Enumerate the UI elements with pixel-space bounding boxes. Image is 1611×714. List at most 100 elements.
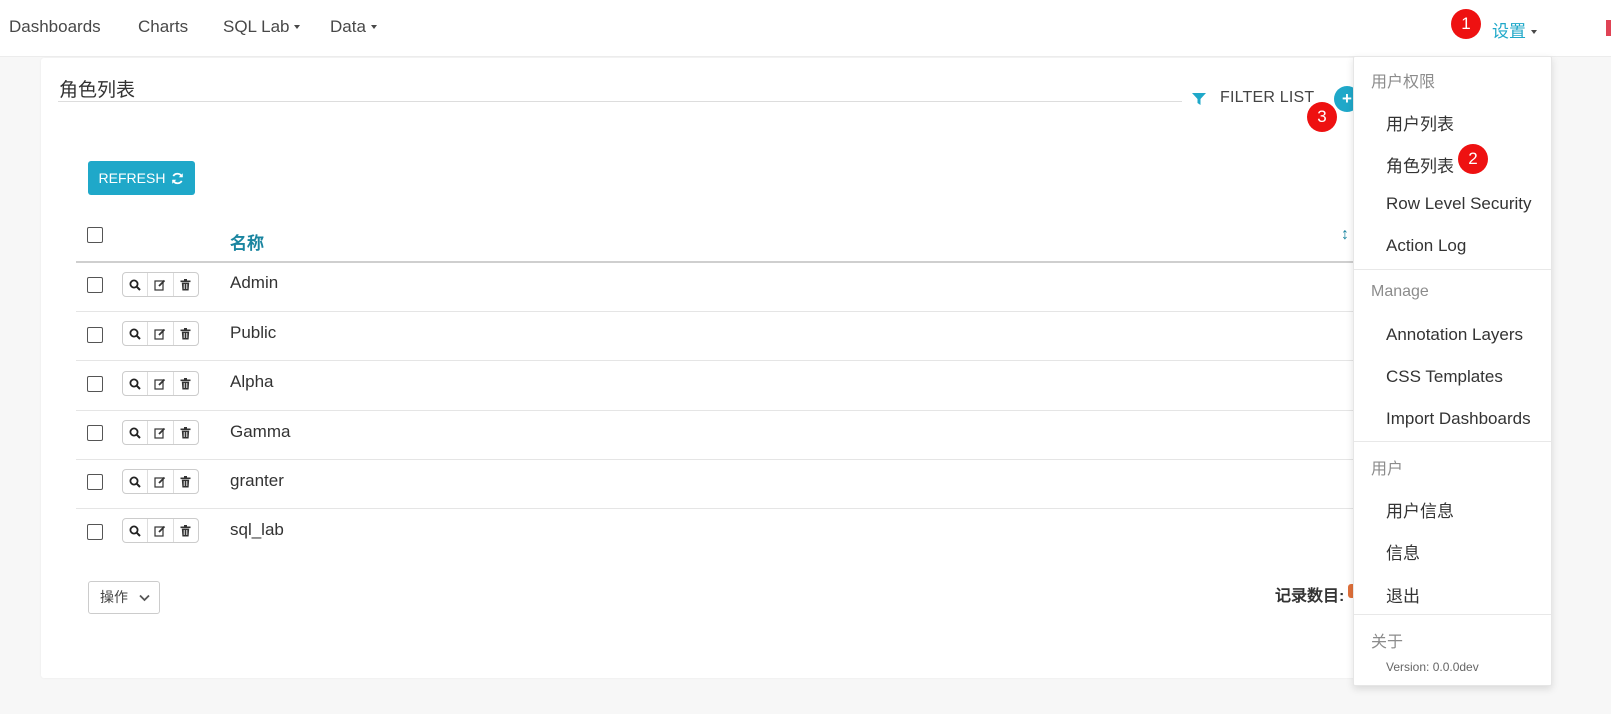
role-name: granter	[230, 471, 284, 490]
step-marker-1: 1	[1451, 9, 1481, 39]
view-button[interactable]	[123, 470, 149, 493]
page-title: 角色列表	[59, 80, 136, 101]
chevron-down-icon	[139, 594, 150, 602]
select-all-checkbox[interactable]	[87, 227, 103, 243]
menu-item-role-list[interactable]: 角色列表	[1386, 152, 1454, 177]
caret-down-icon	[1531, 29, 1537, 34]
trash-icon	[180, 377, 191, 389]
menu-item-user-info[interactable]: 用户信息	[1386, 497, 1454, 522]
delete-button[interactable]	[174, 519, 198, 542]
menu-divider	[1354, 441, 1551, 442]
menu-item-action-log[interactable]: Action Log	[1386, 236, 1466, 256]
refresh-icon	[172, 172, 184, 184]
row-checkbox[interactable]	[87, 425, 103, 441]
delete-button[interactable]	[174, 421, 198, 444]
nav-dashboards[interactable]: Dashboards	[9, 17, 101, 37]
role-name: sql_lab	[230, 520, 284, 539]
trash-icon	[180, 278, 191, 290]
menu-item-user-list[interactable]: 用户列表	[1386, 110, 1454, 135]
row-checkbox[interactable]	[87, 327, 103, 343]
refresh-button[interactable]: REFRESH	[88, 161, 195, 195]
edit-icon	[154, 427, 166, 439]
edit-button[interactable]	[148, 322, 174, 345]
actions-dropdown-button[interactable]: 操作	[88, 581, 160, 614]
nav-sql-lab[interactable]: SQL Lab	[223, 17, 301, 37]
column-header-name[interactable]: 名称	[230, 229, 264, 254]
search-icon	[129, 427, 141, 439]
delete-button[interactable]	[174, 470, 198, 493]
list-panel	[41, 58, 1371, 678]
edit-icon	[154, 279, 166, 291]
view-button[interactable]	[123, 421, 149, 444]
nav-settings[interactable]: 设置	[1492, 17, 1537, 42]
search-icon	[129, 279, 141, 291]
edit-icon	[154, 328, 166, 340]
edit-button[interactable]	[148, 470, 174, 493]
trash-icon	[180, 327, 191, 339]
menu-item-annotation-layers[interactable]: Annotation Layers	[1386, 325, 1523, 345]
view-button[interactable]	[123, 372, 149, 395]
menu-section-manage: Manage	[1371, 283, 1429, 300]
nav-data-label: Data	[330, 17, 366, 36]
menu-item-logout[interactable]: 退出	[1386, 582, 1420, 607]
sort-icon[interactable]: ↕	[1341, 226, 1349, 244]
row-divider	[76, 459, 1372, 460]
trash-icon	[180, 475, 191, 487]
title-divider	[58, 101, 1182, 102]
nav-data[interactable]: Data	[330, 17, 377, 37]
row-actions	[122, 371, 199, 396]
record-count-label: 记录数目:	[1275, 588, 1345, 605]
search-icon	[129, 525, 141, 537]
menu-divider	[1354, 269, 1551, 270]
search-icon	[129, 328, 141, 340]
refresh-label: REFRESH	[98, 170, 166, 186]
plus-icon: +	[1342, 89, 1352, 108]
row-checkbox[interactable]	[87, 474, 103, 490]
caret-down-icon	[294, 24, 301, 29]
menu-item-info[interactable]: 信息	[1386, 539, 1420, 564]
edit-button[interactable]	[148, 273, 174, 296]
view-button[interactable]	[123, 273, 149, 296]
role-name: Admin	[230, 273, 279, 292]
row-actions	[122, 518, 199, 543]
trash-icon	[180, 524, 191, 536]
row-checkbox[interactable]	[87, 277, 103, 293]
menu-divider	[1354, 614, 1551, 615]
edit-icon	[154, 476, 166, 488]
step-marker-2: 2	[1458, 144, 1488, 174]
filter-list-button[interactable]: FILTER LIST	[1220, 89, 1314, 107]
menu-section-about: 关于	[1371, 634, 1404, 651]
step-marker-3: 3	[1307, 102, 1337, 132]
view-button[interactable]	[123, 322, 149, 345]
row-divider	[76, 311, 1372, 312]
delete-button[interactable]	[174, 372, 198, 395]
filter-icon[interactable]	[1191, 92, 1207, 106]
row-checkbox[interactable]	[87, 376, 103, 392]
menu-item-import-dashboards[interactable]: Import Dashboards	[1386, 409, 1531, 429]
role-name: Gamma	[230, 422, 291, 441]
menu-section-permissions: 用户权限	[1371, 74, 1436, 91]
delete-button[interactable]	[174, 322, 198, 345]
top-navbar: Dashboards Charts SQL Lab Data 设置	[0, 0, 1611, 57]
edit-icon	[154, 525, 166, 537]
row-divider	[76, 410, 1372, 411]
user-menu-edge[interactable]	[1606, 20, 1611, 36]
row-actions	[122, 420, 199, 445]
view-button[interactable]	[123, 519, 149, 542]
nav-charts[interactable]: Charts	[138, 17, 188, 37]
edit-button[interactable]	[148, 421, 174, 444]
delete-button[interactable]	[174, 273, 198, 296]
row-divider	[76, 508, 1372, 509]
edit-button[interactable]	[148, 372, 174, 395]
menu-section-user: 用户	[1371, 461, 1404, 478]
menu-item-row-level-security[interactable]: Row Level Security	[1386, 194, 1532, 214]
row-actions	[122, 469, 199, 494]
row-actions	[122, 272, 199, 297]
menu-item-css-templates[interactable]: CSS Templates	[1386, 367, 1503, 387]
row-divider	[76, 360, 1372, 361]
nav-sql-lab-label: SQL Lab	[223, 17, 290, 36]
edit-button[interactable]	[148, 519, 174, 542]
row-checkbox[interactable]	[87, 524, 103, 540]
header-divider	[76, 261, 1372, 263]
caret-down-icon	[370, 24, 377, 29]
